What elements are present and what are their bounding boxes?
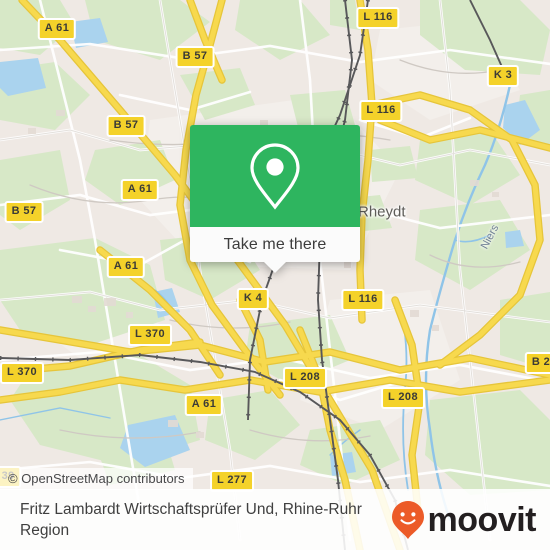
road-shield: B 2 (524, 352, 550, 374)
moovit-logo[interactable]: moovit (391, 500, 537, 540)
map-screenshot: A 61 B 57 L 116 K 3 L 116 B 57 A 61 B 57 A 61 K 4… (0, 0, 550, 550)
road-shield: A 61 (184, 394, 224, 416)
location-title: Fritz Lambardt Wirtschaftsprüfer Und, Rh… (20, 500, 362, 539)
road-shield: L 370 (128, 324, 172, 346)
road-shield: L 370 (0, 362, 44, 384)
road-shield: L 116 (356, 7, 400, 29)
road-shield: L 208 (283, 367, 327, 389)
osm-attribution[interactable]: © OpenStreetMap contributors (0, 468, 193, 490)
footer-bar: Fritz Lambardt Wirtschaftsprüfer Und, Rh… (0, 489, 550, 550)
road-shield: B 57 (106, 115, 146, 137)
road-shield: K 3 (486, 65, 520, 87)
road-shield: A 61 (37, 18, 77, 40)
road-shield: L 116 (341, 289, 385, 311)
road-shield: A 61 (106, 256, 146, 278)
take-me-there-button[interactable]: Take me there (190, 227, 360, 262)
road-shield: L 208 (381, 387, 425, 409)
road-shield: B 57 (175, 46, 215, 68)
map-pin-icon (250, 143, 300, 210)
road-shield: A 61 (120, 179, 160, 201)
take-me-there-label: Take me there (223, 235, 327, 253)
marker-card-header (190, 125, 360, 227)
road-shield: K 4 (236, 288, 270, 310)
road-shield: B 57 (4, 201, 44, 223)
destination-marker-card[interactable]: Take me there (190, 125, 360, 273)
place-label: Rheydt (358, 203, 406, 221)
moovit-smiley-pin-icon (391, 500, 424, 539)
road-shield: L 116 (359, 100, 403, 122)
moovit-wordmark: moovit (427, 500, 537, 539)
marker-card-pointer (264, 262, 286, 273)
